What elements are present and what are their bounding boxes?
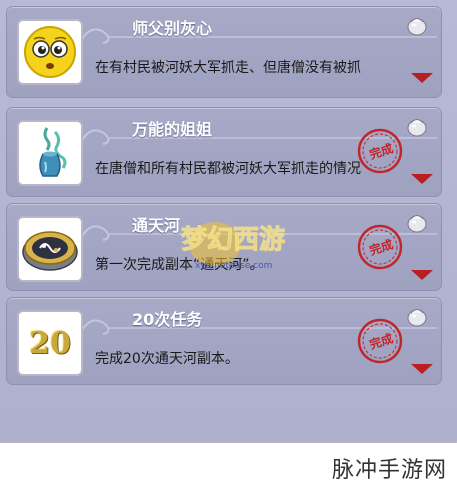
completed-seal-icon: 完成 — [357, 318, 403, 364]
expand-arrow-icon[interactable] — [411, 270, 433, 280]
quest-title: 通天河 — [132, 216, 181, 235]
pearl-reward-icon[interactable] — [405, 13, 429, 37]
pearl-reward-icon[interactable] — [405, 114, 429, 138]
crying-face-icon — [24, 26, 76, 78]
quest-card-4[interactable]: 20 20次任务 完成20次通天河副本。 完成 — [6, 297, 442, 385]
svg-text:完成: 完成 — [367, 140, 394, 162]
quest-icon-frame — [17, 120, 83, 186]
expand-arrow-icon[interactable] — [411, 73, 433, 83]
quest-title: 万能的姐姐 — [132, 120, 213, 139]
expand-arrow-icon[interactable] — [411, 174, 433, 184]
completed-seal-icon: 完成 — [357, 128, 403, 174]
achievement-panel: 师父别灰心 在有村民被河妖大军抓走、但唐僧没有被抓 万能的姐姐 在唐僧和所有村民… — [0, 0, 457, 445]
quest-description: 在有村民被河妖大军抓走、但唐僧没有被抓 — [95, 60, 361, 76]
site-watermark-text: 脉冲手游网 — [331, 458, 447, 483]
quest-card-1[interactable]: 师父别灰心 在有村民被河妖大军抓走、但唐僧没有被抓 — [6, 6, 442, 98]
quest-card-2[interactable]: 万能的姐姐 在唐僧和所有村民都被河妖大军抓走的情况 完成 — [6, 107, 442, 197]
cloud-swirl-decoration — [80, 28, 437, 44]
svg-text:完成: 完成 — [367, 330, 394, 352]
quest-icon-frame — [17, 19, 83, 85]
jade-vase-icon — [39, 127, 67, 177]
pearl-reward-icon[interactable] — [405, 304, 429, 328]
quest-title: 20次任务 — [132, 310, 203, 329]
pearl-reward-icon[interactable] — [405, 210, 429, 234]
quest-title: 师父别灰心 — [132, 19, 213, 38]
completed-seal-icon: 完成 — [357, 224, 403, 270]
yin-yang-medallion-icon — [22, 231, 78, 271]
expand-arrow-icon[interactable] — [411, 364, 433, 374]
quest-icon-frame — [17, 216, 83, 282]
svg-text:完成: 完成 — [367, 236, 394, 258]
number-20-icon: 20 — [29, 325, 71, 361]
quest-card-3[interactable]: 通天河 第一次完成副本“通天河”。 完成 — [6, 203, 442, 291]
quest-icon-frame: 20 — [17, 310, 83, 376]
